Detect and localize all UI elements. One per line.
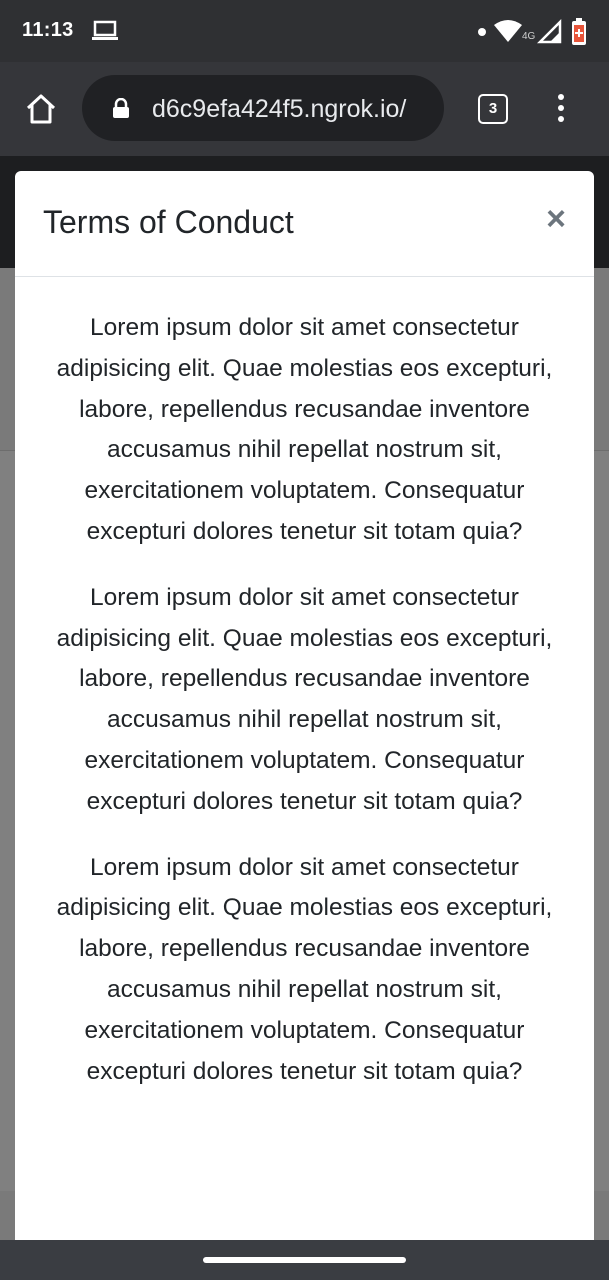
- browser-toolbar: d6c9efa424f5.ngrok.io/ 3: [0, 62, 609, 156]
- more-vert-icon: [558, 94, 564, 100]
- wifi-icon: [494, 19, 522, 48]
- address-bar[interactable]: d6c9efa424f5.ngrok.io/: [82, 75, 444, 141]
- terms-paragraph: Lorem ipsum dolor sit amet consectetur a…: [56, 583, 553, 815]
- tab-switcher-button[interactable]: 3: [478, 94, 508, 124]
- more-menu-button[interactable]: [555, 94, 567, 126]
- lock-icon: [112, 97, 130, 123]
- modal-header: Terms of Conduct ×: [15, 171, 594, 277]
- home-button[interactable]: [24, 92, 58, 126]
- home-icon: [26, 94, 56, 124]
- close-button[interactable]: ×: [542, 201, 570, 237]
- network-type: 4G: [522, 31, 536, 42]
- notification-dot-icon: [478, 28, 486, 36]
- terms-modal: Terms of Conduct × Lorem ipsum dolor sit…: [15, 171, 594, 1246]
- system-nav-bar: [0, 1240, 609, 1280]
- url-text: d6c9efa424f5.ngrok.io/: [152, 95, 407, 123]
- gesture-home-handle[interactable]: [203, 1257, 406, 1263]
- terms-paragraph: Lorem ipsum dolor sit amet consectetur a…: [56, 314, 553, 545]
- battery-icon: [571, 18, 587, 51]
- status-time: 11:13: [22, 19, 74, 41]
- modal-title: Terms of Conduct: [43, 204, 294, 240]
- terms-paragraph: Lorem ipsum dolor sit amet consectetur a…: [56, 853, 553, 1085]
- status-bar: 11:13 4G: [0, 0, 609, 62]
- modal-body: Lorem ipsum dolor sit amet consectetur a…: [43, 308, 566, 1117]
- laptop-icon: [92, 20, 118, 47]
